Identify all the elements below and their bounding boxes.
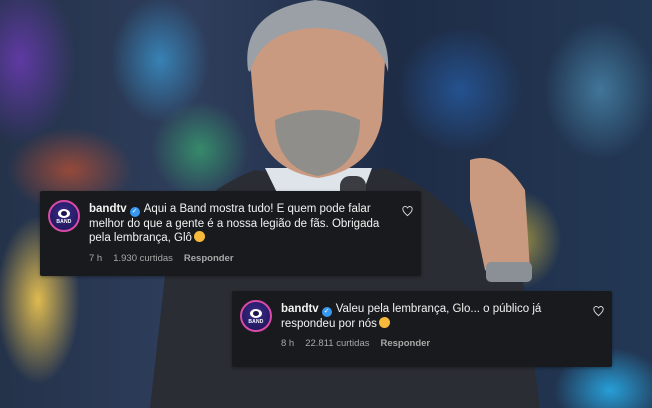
comment-meta: 7 h 1.930 curtidas Responder bbox=[89, 253, 234, 264]
comment-body: Valeu pela lembrança, Glo... o público j… bbox=[281, 303, 542, 330]
comment-time: 8 h bbox=[281, 338, 295, 349]
verified-badge-icon: ✓ bbox=[129, 207, 140, 217]
comment-text-block: bandtv ✓ Valeu pela lembrança, Glo... o pú… bbox=[281, 302, 590, 331]
band-logo-icon[interactable]: BAND bbox=[48, 200, 80, 232]
heart-icon[interactable] bbox=[593, 306, 604, 317]
comment-username[interactable]: bandtv bbox=[281, 303, 319, 315]
comment-likes[interactable]: 1.930 curtidas bbox=[113, 253, 173, 264]
reply-button[interactable]: Responder bbox=[380, 338, 430, 349]
reply-button[interactable]: Responder bbox=[184, 253, 234, 264]
comment-username[interactable]: bandtv bbox=[89, 203, 127, 215]
comment-card: BAND bandtv ✓ Aqui a Band mostra tudo! E q… bbox=[40, 191, 421, 276]
comment-text-block: bandtv ✓ Aqui a Band mostra tudo! E quem p… bbox=[89, 202, 399, 245]
smiling-emoji-icon bbox=[193, 231, 205, 242]
comment-card: BAND bandtv ✓ Valeu pela lembrança, Glo...… bbox=[232, 291, 612, 367]
smiling-emoji-icon bbox=[378, 317, 390, 328]
comment-likes[interactable]: 22.811 curtidas bbox=[305, 338, 369, 349]
heart-icon[interactable] bbox=[402, 206, 413, 217]
verified-badge-icon: ✓ bbox=[321, 307, 332, 317]
band-logo-icon[interactable]: BAND bbox=[240, 300, 272, 332]
comment-meta: 8 h 22.811 curtidas Responder bbox=[281, 338, 430, 349]
comment-time: 7 h bbox=[89, 253, 103, 264]
